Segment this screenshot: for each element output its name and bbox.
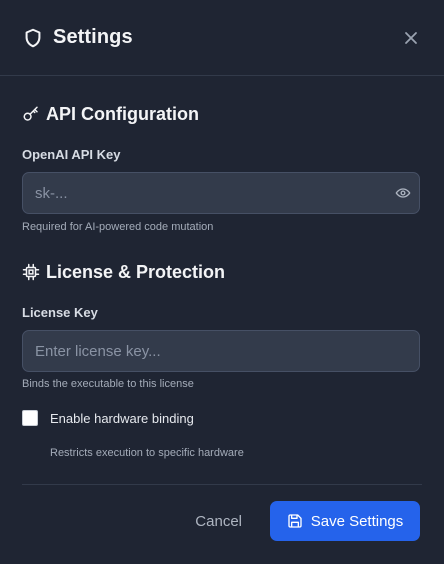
api-key-label: OpenAI API Key [22, 147, 121, 162]
api-key-field [22, 172, 420, 214]
license-key-input[interactable] [23, 331, 419, 371]
settings-dialog: Settings API Configuration OpenAI API Ke… [0, 0, 444, 564]
dialog-header: Settings [0, 0, 444, 76]
save-settings-button[interactable]: Save Settings [270, 501, 420, 541]
key-icon [22, 105, 40, 123]
dialog-title: Settings [53, 26, 133, 48]
save-settings-label: Save Settings [310, 512, 404, 530]
license-key-label: License Key [22, 305, 98, 320]
license-section-title: License & Protection [46, 261, 226, 282]
api-key-hint: Required for AI-powered code mutation [22, 221, 214, 233]
cancel-button[interactable]: Cancel [181, 501, 256, 541]
shield-icon [22, 27, 44, 49]
hardware-binding-hint: Restricts execution to specific hardware [50, 447, 244, 459]
api-section-title: API Configuration [46, 103, 199, 124]
eye-icon[interactable] [395, 185, 411, 201]
license-key-hint: Binds the executable to this license [22, 378, 194, 390]
api-section-heading: API Configuration [22, 100, 199, 128]
close-icon[interactable] [400, 27, 422, 49]
footer-divider [22, 484, 422, 485]
license-section-heading: License & Protection [22, 258, 225, 286]
dialog-footer: Cancel Save Settings [181, 501, 420, 541]
hardware-binding-checkbox[interactable] [22, 410, 38, 426]
api-key-input[interactable] [23, 173, 419, 213]
hardware-binding-row: Enable hardware binding [22, 410, 194, 426]
license-key-field [22, 330, 420, 372]
save-icon [287, 513, 303, 529]
hardware-binding-label[interactable]: Enable hardware binding [50, 411, 194, 426]
chip-icon [22, 263, 40, 281]
